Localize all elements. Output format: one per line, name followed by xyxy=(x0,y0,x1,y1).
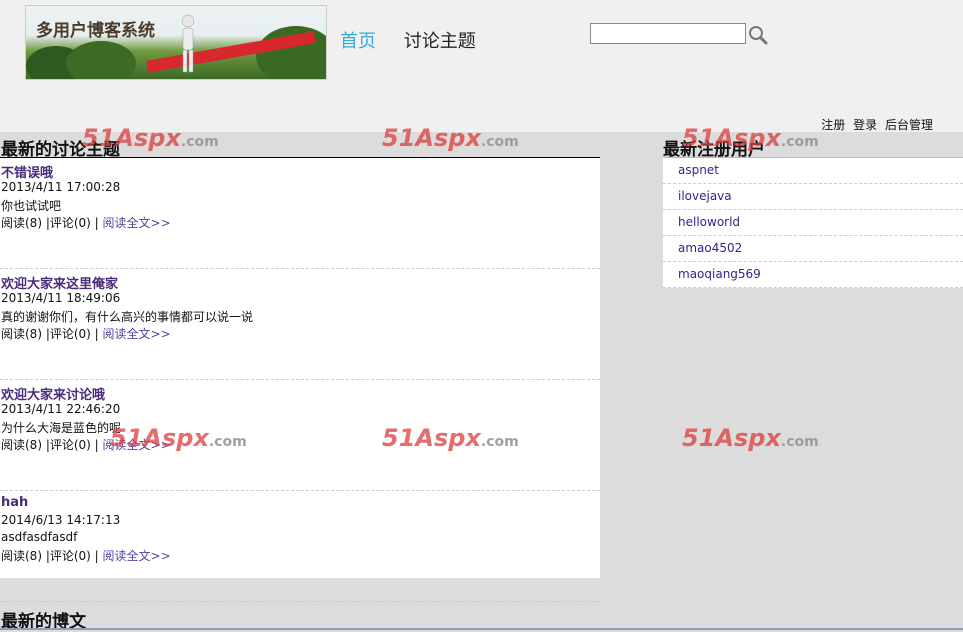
watermark: 51Aspx.com xyxy=(110,424,247,452)
topic-stats: 阅读(8) |评论(0) | xyxy=(1,216,103,230)
topic-meta: 阅读(8) |评论(0) | 阅读全文>> xyxy=(1,547,171,564)
user-link[interactable]: ilovejava xyxy=(663,184,963,210)
read-more-link[interactable]: 阅读全文>> xyxy=(103,549,171,563)
topic-meta: 阅读(8) |评论(0) | 阅读全文>> xyxy=(1,214,171,231)
watermark-suffix: .com xyxy=(480,134,519,150)
topic-date: 2013/4/11 18:49:06 xyxy=(1,291,121,305)
user-link[interactable]: helloworld xyxy=(663,210,963,236)
watermark-text: 51Aspx xyxy=(382,124,481,152)
watermark-suffix: .com xyxy=(208,434,247,450)
watermark: 51Aspx.com xyxy=(682,124,819,152)
watermark: 51Aspx.com xyxy=(82,124,219,152)
logo-figure-graphic xyxy=(181,14,195,73)
topic-title-link[interactable]: hah xyxy=(1,495,28,510)
topic-meta: 阅读(8) |评论(0) | 阅读全文>> xyxy=(1,325,171,342)
read-more-link[interactable]: 阅读全文>> xyxy=(103,327,171,341)
search-icon[interactable] xyxy=(748,25,768,45)
watermark-suffix: .com xyxy=(180,134,219,150)
topic-stats: 阅读(8) |评论(0) | xyxy=(1,549,103,563)
site-header: 多用户博客系统 首页 讨论主题 注册 登录 后台管理 xyxy=(0,0,963,132)
watermark-text: 51Aspx xyxy=(82,124,181,152)
topic-title-link[interactable]: 欢迎大家来这里俺家 xyxy=(1,273,118,292)
nav-home-link[interactable]: 首页 xyxy=(340,31,376,52)
account-links: 注册 登录 后台管理 xyxy=(817,116,933,133)
watermark: 51Aspx.com xyxy=(382,124,519,152)
topic-title-link[interactable]: 不错误哦 xyxy=(1,162,53,181)
watermark: 51Aspx.com xyxy=(382,424,519,452)
topic-excerpt: 真的谢谢你们，有什么高兴的事情都可以说一说 xyxy=(1,310,254,324)
topics-list: 不错误哦 2013/4/11 17:00:28 你也试试吧 阅读(8) |评论(… xyxy=(0,157,600,602)
topic-item: hah 2014/6/13 14:17:13 asdfasdfasdf 阅读(8… xyxy=(0,491,600,602)
topic-stats: 阅读(8) |评论(0) | xyxy=(1,327,103,341)
watermark-suffix: .com xyxy=(780,134,819,150)
login-link[interactable]: 登录 xyxy=(853,118,877,132)
watermark-text: 51Aspx xyxy=(382,424,481,452)
site-logo[interactable]: 多用户博客系统 xyxy=(25,5,327,80)
user-link[interactable]: aspnet xyxy=(663,158,963,184)
logo-text: 多用户博客系统 xyxy=(36,21,155,41)
user-link[interactable]: maoqiang569 xyxy=(663,262,963,288)
watermark-text: 51Aspx xyxy=(110,424,209,452)
watermark-suffix: .com xyxy=(480,434,519,450)
topic-item: 不错误哦 2013/4/11 17:00:28 你也试试吧 阅读(8) |评论(… xyxy=(0,158,600,269)
topic-date: 2013/4/11 17:00:28 xyxy=(1,180,121,194)
users-list: aspnet ilovejava helloworld amao4502 mao… xyxy=(663,157,963,288)
admin-link[interactable]: 后台管理 xyxy=(885,118,933,132)
watermark-text: 51Aspx xyxy=(682,424,781,452)
register-link[interactable]: 注册 xyxy=(821,118,845,132)
main-nav: 首页 讨论主题 xyxy=(340,27,498,53)
topic-excerpt: 你也试试吧 xyxy=(1,199,62,213)
topic-date: 2013/4/11 22:46:20 xyxy=(1,402,121,416)
read-more-link[interactable]: 阅读全文>> xyxy=(103,216,171,230)
topic-stats: 阅读(8) |评论(0) | xyxy=(1,438,103,452)
search-input[interactable] xyxy=(590,23,746,44)
watermark-suffix: .com xyxy=(780,434,819,450)
watermark: 51Aspx.com xyxy=(682,424,819,452)
topic-item: 欢迎大家来这里俺家 2013/4/11 18:49:06 真的谢谢你们，有什么高… xyxy=(0,269,600,380)
topic-title-link[interactable]: 欢迎大家来讨论哦 xyxy=(1,384,105,403)
watermark-text: 51Aspx xyxy=(682,124,781,152)
user-link[interactable]: amao4502 xyxy=(663,236,963,262)
nav-topics-link[interactable]: 讨论主题 xyxy=(404,31,476,52)
topic-excerpt: 为什么大海是蓝色的呢 xyxy=(1,421,122,435)
topic-excerpt: asdfasdfasdf xyxy=(1,530,78,544)
topic-date: 2014/6/13 14:17:13 xyxy=(1,513,121,527)
